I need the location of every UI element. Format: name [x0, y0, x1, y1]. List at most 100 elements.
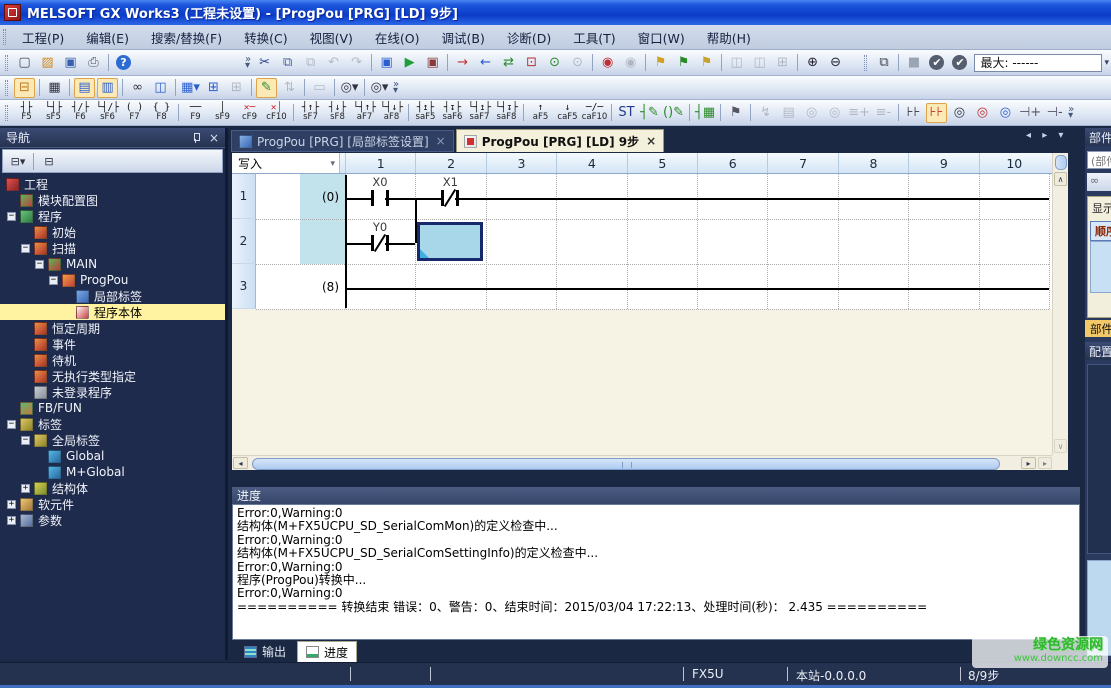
cut-icon[interactable]: ✂ — [254, 53, 275, 73]
no-contact-X0[interactable] — [362, 188, 398, 208]
navigation-window-icon[interactable]: ⊟ — [14, 78, 35, 98]
undo-icon[interactable]: ↶ — [323, 53, 344, 73]
open-project-icon[interactable]: ▨ — [37, 53, 58, 73]
monitor-pause-icon[interactable]: ⊙ — [567, 53, 588, 73]
tree-item-结构体[interactable]: +结构体 — [0, 480, 225, 496]
toolbar-overflow-icon[interactable]: »▾ — [245, 57, 251, 69]
close-tab-icon[interactable]: × — [436, 134, 446, 148]
tree-item-无执行类型指定[interactable]: 无执行类型指定 — [0, 368, 225, 384]
tree-item-待机[interactable]: 待机 — [0, 352, 225, 368]
tree-item-模块配置图[interactable]: 模块配置图 — [0, 192, 225, 208]
ladder-symbol-sF6[interactable]: └┤/├sF6 — [94, 101, 121, 125]
document-tab-2[interactable]: ProgPou [PRG] [LD] 9步× — [456, 129, 665, 152]
menu-item-2[interactable]: 编辑(E) — [75, 25, 140, 50]
scroll-right2-icon[interactable]: ▸ — [1038, 457, 1052, 469]
binoculars-icon[interactable]: ∞ — [1087, 173, 1111, 191]
program-list-icon[interactable]: ▤ — [74, 78, 95, 98]
st-editor-icon[interactable]: ST — [616, 103, 637, 123]
tree-item-程序本体[interactable]: 程序本体 — [0, 304, 225, 320]
ladder-symbol-cF9[interactable]: ✕─cF9 — [236, 101, 263, 125]
label-editor-icon[interactable]: ✎ — [256, 78, 277, 98]
tree-item-软元件[interactable]: +软元件 — [0, 496, 225, 512]
tab-parts[interactable]: 部件 — [1085, 320, 1111, 337]
menu-item-8[interactable]: 诊断(D) — [496, 25, 562, 50]
tree-expander-icon[interactable]: − — [21, 244, 30, 253]
menu-item-4[interactable]: 转换(C) — [233, 25, 298, 50]
statement-doc-icon[interactable]: ▤ — [778, 103, 799, 123]
tree-item-程序[interactable]: −程序 — [0, 208, 225, 224]
ladder-symbol-F9[interactable]: ──F9 — [182, 101, 209, 125]
device-memory-icon[interactable]: ⊞ — [203, 78, 224, 98]
ladder-symbol-aF7[interactable]: └┤↑├aF7 — [351, 101, 378, 125]
ladder-symbol-F8[interactable]: { }F8 — [148, 101, 175, 125]
ladder-symbol-sF7[interactable]: ┤↑├sF7 — [297, 101, 324, 125]
tree-expander-icon[interactable]: − — [7, 212, 16, 221]
io-assignment-icon[interactable]: ⇅ — [279, 78, 300, 98]
tree-expander-icon[interactable]: + — [7, 516, 16, 525]
scroll-up-icon[interactable]: ∧ — [1054, 172, 1067, 186]
menu-item-6[interactable]: 在线(O) — [364, 25, 431, 50]
selected-cell[interactable] — [417, 222, 483, 261]
print-icon[interactable]: ⎙ — [83, 53, 104, 73]
tree-item-MAIN[interactable]: −MAIN — [0, 256, 225, 272]
find-coil-icon[interactable]: ◎ — [972, 103, 993, 123]
scroll-down-icon[interactable]: ∨ — [1054, 439, 1067, 453]
editor-vertical-scrollbar[interactable]: ∧ ∨ — [1052, 153, 1068, 455]
connection-destination-icon[interactable]: ▣ — [376, 53, 397, 73]
toolbar-overflow-icon[interactable]: »▾ — [393, 82, 399, 94]
ladder-symbol-sF9[interactable]: │sF9 — [209, 101, 236, 125]
tree-item-事件[interactable]: 事件 — [0, 336, 225, 352]
undo-ladder-icon[interactable]: ↯ — [755, 103, 776, 123]
device-batch-monitor-icon[interactable]: ⊡ — [521, 53, 542, 73]
scan-time-dropdown-icon[interactable]: ▾ — [1104, 58, 1109, 68]
ladder-symbol-F6[interactable]: ┤/├F6 — [67, 101, 94, 125]
tree-item-扫描[interactable]: −扫描 — [0, 240, 225, 256]
tree-expander-icon[interactable]: + — [7, 500, 16, 509]
statement-display-icon[interactable]: ⚑ — [650, 53, 671, 73]
tree-item-局部标签[interactable]: 局部标签 — [0, 288, 225, 304]
ladder-symbol-saF7[interactable]: └┤↥├saF7 — [466, 101, 493, 125]
tree-expander-icon[interactable]: − — [21, 436, 30, 445]
zoom-out-icon[interactable]: ⊖ — [825, 53, 846, 73]
ladder-symbol-sF5[interactable]: └┤├sF5 — [40, 101, 67, 125]
tree-display-option-icon[interactable]: ⊟▾ — [6, 152, 30, 170]
scroll-left-icon[interactable]: ◂ — [233, 457, 248, 469]
nc-contact-X1[interactable] — [432, 188, 468, 208]
ladder-symbol-caF5[interactable]: ↓caF5 — [554, 101, 581, 125]
insert-column-icon[interactable]: ⊣+ — [1018, 103, 1042, 123]
editor-horizontal-scrollbar[interactable]: ◂ ▸ ▸ — [232, 455, 1052, 470]
zoom-in-icon[interactable]: ⊕ — [802, 53, 823, 73]
window-split-icon[interactable]: ◫ — [726, 53, 747, 73]
delete-line-icon[interactable]: ≡- — [873, 103, 894, 123]
ladder-editor[interactable]: 写入▾12345678910123(0)X0X1Y0(8) — [232, 153, 1052, 455]
device-display-format-icon[interactable]: ◎▾ — [339, 78, 360, 98]
menu-item-1[interactable]: 工程(P) — [11, 25, 75, 50]
device-initial-value-icon[interactable]: ⊞ — [226, 78, 247, 98]
window-cascade-icon[interactable]: ◫ — [749, 53, 770, 73]
delete-column-icon[interactable]: ⊣- — [1044, 103, 1065, 123]
ladder-symbol-F5[interactable]: ┤├F5 — [13, 101, 40, 125]
close-icon[interactable]: × — [209, 133, 219, 143]
tree-item-参数[interactable]: +参数 — [0, 512, 225, 528]
paste-icon[interactable]: ⧉ — [300, 53, 321, 73]
edit-coil-icon[interactable]: ()✎ — [662, 103, 685, 123]
new-file-icon[interactable]: ▢ — [14, 53, 35, 73]
wrap-ladder-icon[interactable]: ⊦⊦ — [903, 103, 924, 123]
device-comment-list-icon[interactable]: ▥ — [97, 78, 118, 98]
tree-item-标签[interactable]: −标签 — [0, 416, 225, 432]
tree-item-Global[interactable]: Global — [0, 448, 225, 464]
tree-expander-icon[interactable]: − — [7, 420, 16, 429]
module-configuration-icon[interactable]: ▦ — [44, 78, 65, 98]
menu-item-9[interactable]: 工具(T) — [562, 25, 626, 50]
note-display-icon[interactable]: ⚑ — [673, 53, 694, 73]
search-next-icon[interactable]: ◎ — [824, 103, 845, 123]
tree-item-全局标签[interactable]: −全局标签 — [0, 432, 225, 448]
tree-expander-icon[interactable]: + — [21, 484, 30, 493]
ladder-symbol-saF6[interactable]: ┤↧├saF6 — [439, 101, 466, 125]
bottom-tab-输出[interactable]: 输出 — [236, 641, 294, 662]
close-tab-icon[interactable]: × — [646, 134, 656, 148]
device-search-icon[interactable]: ◎▾ — [369, 78, 390, 98]
menu-item-7[interactable]: 调试(B) — [431, 25, 496, 50]
pin-icon[interactable] — [191, 133, 201, 143]
tree-item-恒定周期[interactable]: 恒定周期 — [0, 320, 225, 336]
